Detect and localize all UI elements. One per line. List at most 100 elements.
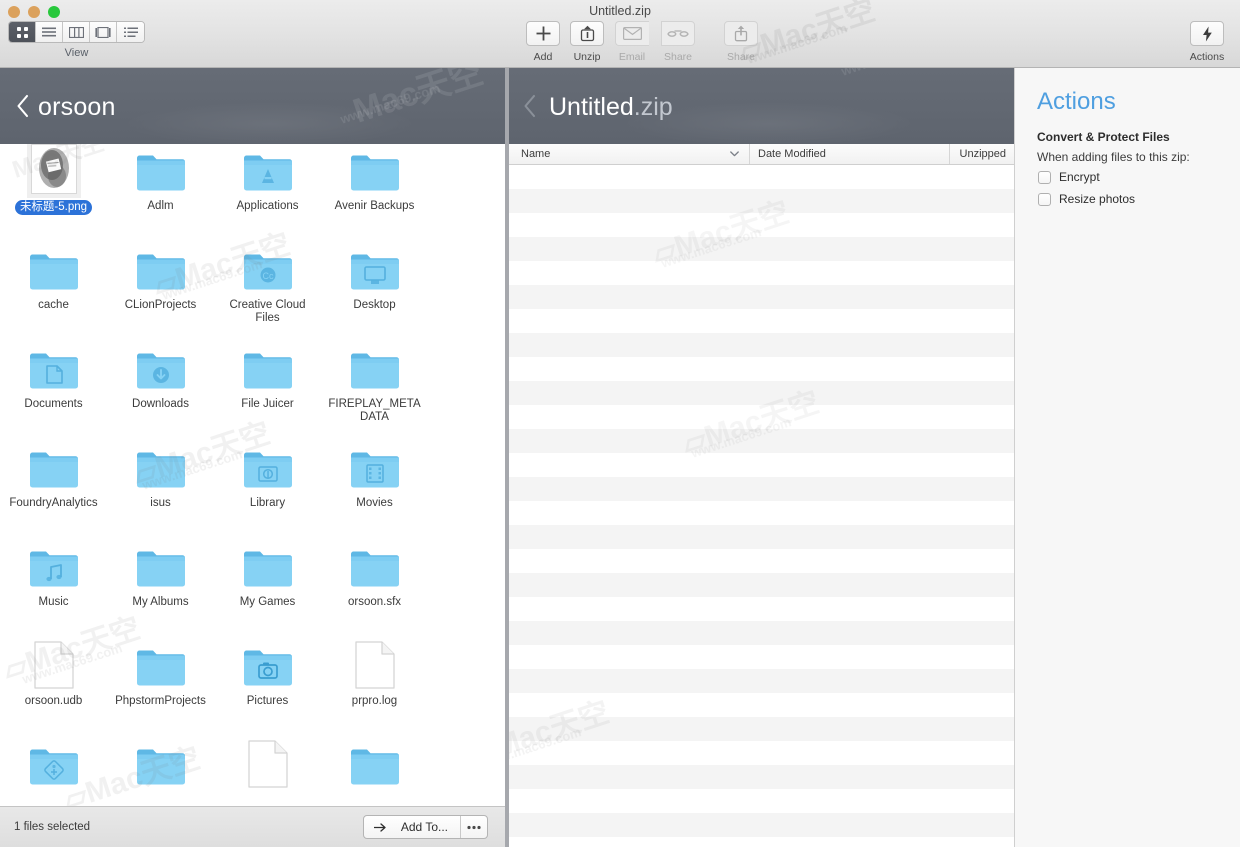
archive-empty-row[interactable]	[509, 357, 1014, 381]
file-item[interactable]: Applications	[214, 144, 321, 243]
folder-icon	[135, 744, 187, 788]
archive-empty-row[interactable]	[509, 453, 1014, 477]
file-item[interactable]: prpro.log	[321, 639, 428, 738]
archive-empty-row[interactable]	[509, 549, 1014, 573]
archive-empty-row[interactable]	[509, 381, 1014, 405]
archive-empty-row[interactable]	[509, 405, 1014, 429]
archive-empty-row[interactable]	[509, 789, 1014, 813]
file-item[interactable]	[214, 738, 321, 806]
column-header-name[interactable]: Name	[509, 144, 749, 164]
add-to-more-button[interactable]	[461, 816, 487, 838]
actions-sidebar: Actions Convert & Protect Files When add…	[1014, 68, 1240, 847]
archive-empty-row[interactable]	[509, 621, 1014, 645]
column-header-name-label: Name	[521, 148, 551, 160]
column-header-unzipped[interactable]: Unzipped	[949, 144, 1014, 164]
svg-text:Cc: Cc	[262, 271, 273, 281]
file-item[interactable]: CLionProjects	[107, 243, 214, 342]
actions-toolbar-button[interactable]: Actions	[1182, 21, 1232, 63]
file-item[interactable]: PhpstormProjects	[107, 639, 214, 738]
archive-empty-row[interactable]	[509, 429, 1014, 453]
chevron-left-icon[interactable]	[523, 94, 537, 118]
resize-photos-checkbox[interactable]	[1038, 192, 1051, 206]
file-item[interactable]: FIREPLAY_METADATA	[321, 342, 428, 441]
column-header-date[interactable]: Date Modified	[749, 144, 949, 164]
add-to-button[interactable]: Add To...	[362, 815, 488, 839]
archive-empty-row[interactable]	[509, 645, 1014, 669]
archive-empty-row[interactable]	[509, 669, 1014, 693]
file-item[interactable]: FoundryAnalytics	[0, 441, 107, 540]
file-item[interactable]: Adlm	[107, 144, 214, 243]
file-item[interactable]: orsoon.sfx	[321, 540, 428, 639]
file-item[interactable]: Library	[214, 441, 321, 540]
file-item[interactable]: isus	[107, 441, 214, 540]
archive-empty-row[interactable]	[509, 165, 1014, 189]
archive-empty-row[interactable]	[509, 333, 1014, 357]
file-item[interactable]: Documents	[0, 342, 107, 441]
file-item[interactable]: orsoon.udb	[0, 639, 107, 738]
share-link-button[interactable]: Share	[655, 21, 701, 63]
file-item[interactable]: Downloads	[107, 342, 214, 441]
archive-empty-row[interactable]	[509, 717, 1014, 741]
email-button[interactable]: Email	[609, 21, 655, 63]
view-mode-gallery[interactable]	[90, 22, 117, 42]
archive-empty-row[interactable]	[509, 189, 1014, 213]
add-button[interactable]: Add	[521, 21, 565, 63]
archive-empty-row[interactable]	[509, 525, 1014, 549]
file-item-label: Music	[38, 596, 69, 608]
folder-icon	[350, 254, 399, 290]
file-item[interactable]	[321, 738, 428, 806]
folder-icon	[242, 348, 294, 392]
browser-status-bar: 1 files selected Add To...	[0, 806, 505, 847]
unzip-button[interactable]: Unzip	[565, 21, 609, 63]
view-mode-icon[interactable]	[9, 22, 36, 42]
folder-icon	[29, 749, 78, 785]
folder-icon	[136, 749, 185, 785]
view-mode-detail[interactable]	[117, 22, 144, 42]
file-item[interactable]	[0, 738, 107, 806]
archive-empty-row[interactable]	[509, 813, 1014, 837]
archive-empty-row[interactable]	[509, 477, 1014, 501]
file-item[interactable]: Music	[0, 540, 107, 639]
view-mode-column[interactable]	[63, 22, 90, 42]
chevron-left-icon[interactable]	[16, 94, 30, 118]
file-item[interactable]: cache	[0, 243, 107, 342]
file-item[interactable]: Pictures	[214, 639, 321, 738]
archive-empty-row[interactable]	[509, 693, 1014, 717]
archive-empty-row[interactable]	[509, 501, 1014, 525]
folder-icon	[349, 348, 401, 392]
file-item[interactable]: Avenir Backups	[321, 144, 428, 243]
archive-empty-row[interactable]	[509, 741, 1014, 765]
folder-icon	[136, 650, 185, 686]
file-item[interactable]	[107, 738, 214, 806]
archive-empty-row[interactable]	[509, 309, 1014, 333]
file-item[interactable]: File Juicer	[214, 342, 321, 441]
view-mode-list[interactable]	[36, 22, 63, 42]
archive-title-base: Untitled	[549, 93, 634, 121]
file-item[interactable]: Movies	[321, 441, 428, 540]
archive-empty-row[interactable]	[509, 285, 1014, 309]
breadcrumb[interactable]: orsoon	[38, 93, 116, 122]
archive-empty-row[interactable]	[509, 237, 1014, 261]
folder-desktop-icon	[349, 249, 401, 293]
file-item[interactable]: Desktop	[321, 243, 428, 342]
archive-empty-row[interactable]	[509, 213, 1014, 237]
file-item[interactable]: My Albums	[107, 540, 214, 639]
file-item[interactable]: Cc Creative Cloud Files	[214, 243, 321, 342]
archive-empty-row[interactable]	[509, 765, 1014, 789]
folder-icon	[29, 452, 78, 488]
unzip-button-label: Unzip	[573, 51, 601, 63]
list-icon	[42, 27, 56, 36]
resize-photos-option[interactable]: Resize photos	[1038, 192, 1135, 206]
archive-empty-row[interactable]	[509, 597, 1014, 621]
file-item[interactable]: 未标题-5.png	[0, 144, 107, 243]
archive-empty-row[interactable]	[509, 573, 1014, 597]
file-item-label: Creative Cloud Files	[229, 299, 306, 324]
archive-empty-row[interactable]	[509, 837, 1014, 847]
file-item[interactable]: My Games	[214, 540, 321, 639]
encrypt-option[interactable]: Encrypt	[1038, 170, 1100, 184]
archive-empty-row[interactable]	[509, 261, 1014, 285]
share-button[interactable]: Share	[719, 21, 763, 63]
file-icon	[354, 641, 395, 689]
encrypt-checkbox[interactable]	[1038, 170, 1051, 184]
file-icon	[349, 641, 401, 689]
